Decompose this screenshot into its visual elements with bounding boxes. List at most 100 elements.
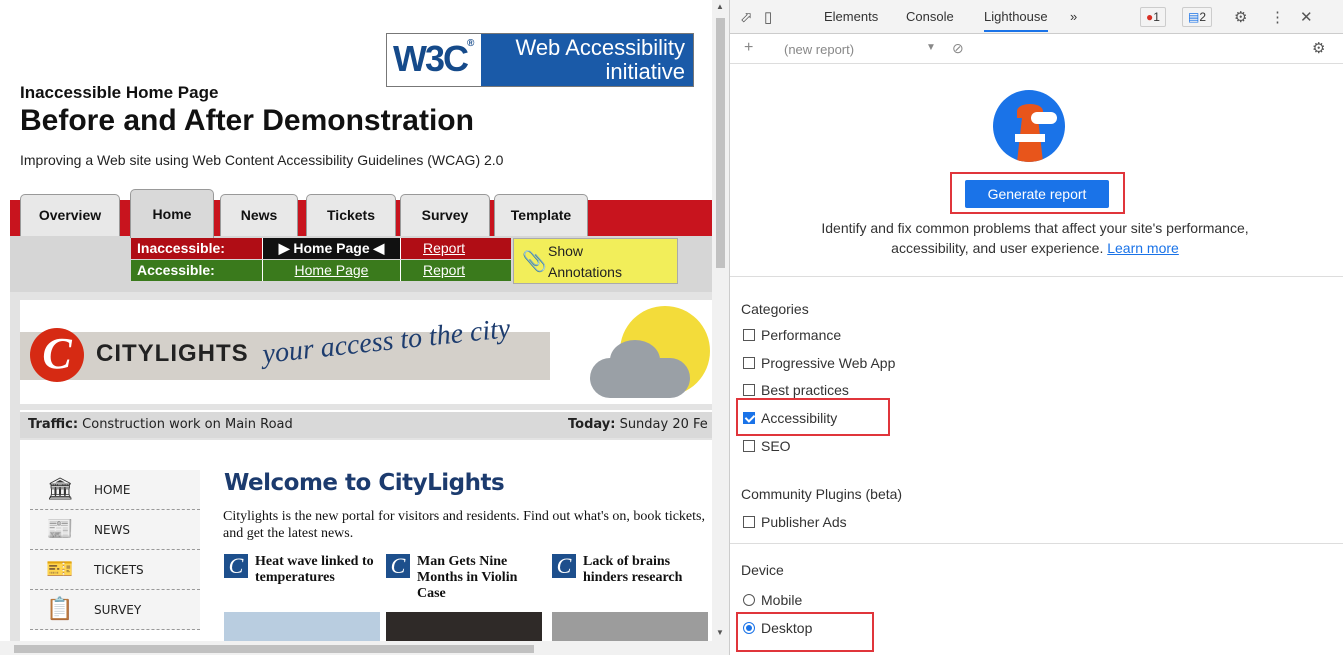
message-icon: ▤ bbox=[1188, 10, 1200, 24]
ticker-bar: Traffic: Construction work on Main Road … bbox=[20, 410, 712, 438]
nav-item-survey[interactable]: 📋 SURVEY bbox=[30, 590, 200, 630]
tab-tickets[interactable]: Tickets bbox=[306, 194, 396, 236]
news-story[interactable]: C Lack of brains hinders research bbox=[552, 554, 712, 641]
inaccessible-home-link[interactable]: ▶ Home Page ◀ bbox=[262, 238, 401, 259]
checkbox[interactable] bbox=[743, 516, 755, 528]
horizontal-scrollbar[interactable] bbox=[0, 641, 729, 655]
category-performance[interactable]: Performance bbox=[743, 327, 841, 343]
tab-survey[interactable]: Survey bbox=[400, 194, 490, 236]
w3c-wai-logo[interactable]: W3C® Web Accessibility initiative bbox=[386, 33, 694, 87]
story-image bbox=[224, 612, 380, 641]
inaccessible-label: Inaccessible: bbox=[137, 240, 225, 256]
story-image bbox=[552, 612, 708, 641]
highlight-accessibility bbox=[736, 398, 890, 436]
tab-lighthouse[interactable]: Lighthouse bbox=[984, 9, 1048, 32]
ticket-icon: 🎫 bbox=[46, 556, 74, 581]
w3c-logo-text: W3C® bbox=[393, 38, 475, 79]
errors-badge[interactable]: ●1 bbox=[1140, 7, 1166, 27]
web-page: W3C® Web Accessibility initiative Inacce… bbox=[0, 0, 712, 641]
page-subtitle: Improving a Web site using Web Content A… bbox=[20, 152, 504, 168]
lighthouse-settings-icon[interactable]: ⚙ bbox=[1312, 39, 1325, 57]
clear-icon[interactable]: ⊘ bbox=[952, 40, 964, 57]
site-content: 🏛 HOME 📰 NEWS 🎫 TICKETS 📋 SURVEY Welcome… bbox=[20, 440, 712, 641]
inaccessible-report-link[interactable]: Report bbox=[401, 238, 511, 259]
wai-logo-text: Web Accessibility initiative bbox=[481, 34, 693, 86]
accessible-row: Accessible: Home Page Report bbox=[131, 260, 511, 281]
tab-elements[interactable]: Elements bbox=[824, 9, 878, 24]
site-nav: 🏛 HOME 📰 NEWS 🎫 TICKETS 📋 SURVEY bbox=[30, 470, 200, 630]
report-select[interactable]: (new report) bbox=[784, 42, 854, 57]
add-report-icon[interactable]: + bbox=[744, 39, 753, 57]
today-label: Today: bbox=[568, 417, 616, 432]
news-story[interactable]: C Heat wave linked to temperatures bbox=[224, 554, 384, 641]
checkbox[interactable] bbox=[743, 329, 755, 341]
brand-name: CITYLIGHTS bbox=[96, 340, 249, 367]
story-c-icon: C bbox=[386, 554, 410, 578]
show-annotations-button[interactable]: 📎 Show Annotations bbox=[513, 238, 678, 284]
today-text: Sunday 20 Fe bbox=[615, 417, 708, 432]
checkbox[interactable] bbox=[743, 357, 755, 369]
close-icon[interactable]: ✕ bbox=[1300, 8, 1313, 26]
story-headline[interactable]: Lack of brains hinders research bbox=[583, 554, 703, 586]
checkbox[interactable] bbox=[743, 384, 755, 396]
device-mobile[interactable]: Mobile bbox=[743, 592, 802, 608]
radio[interactable] bbox=[743, 594, 755, 606]
nav-item-home[interactable]: 🏛 HOME bbox=[30, 470, 200, 510]
citylights-banner: C CITYLIGHTS your access to the city bbox=[20, 300, 712, 404]
vertical-scrollbar[interactable]: ▲ ▼ bbox=[712, 0, 729, 641]
checkbox[interactable] bbox=[743, 440, 755, 452]
story-image bbox=[386, 612, 542, 641]
highlight-desktop bbox=[736, 612, 874, 652]
intro-text: Citylights is the new portal for visitor… bbox=[223, 509, 705, 541]
generate-report-button[interactable]: Generate report bbox=[965, 180, 1109, 208]
news-story[interactable]: C Man Gets Nine Months in Violin Case bbox=[386, 554, 546, 641]
tab-console[interactable]: Console bbox=[906, 9, 954, 24]
inspect-icon[interactable]: ⬀ bbox=[740, 8, 753, 26]
plugins-title: Community Plugins (beta) bbox=[741, 486, 903, 502]
device-toggle-icon[interactable]: ▯ bbox=[764, 8, 772, 26]
kebab-menu-icon[interactable]: ⋮ bbox=[1270, 8, 1285, 26]
tab-news[interactable]: News bbox=[220, 194, 298, 236]
scrollbar-thumb[interactable] bbox=[716, 18, 725, 268]
category-seo[interactable]: SEO bbox=[743, 438, 791, 454]
category-pwa[interactable]: Progressive Web App bbox=[743, 355, 895, 371]
scroll-down-icon[interactable]: ▼ bbox=[716, 628, 724, 637]
nav-item-tickets[interactable]: 🎫 TICKETS bbox=[30, 550, 200, 590]
story-c-icon: C bbox=[552, 554, 576, 578]
traffic-label: Traffic: bbox=[28, 417, 79, 432]
tab-template[interactable]: Template bbox=[494, 194, 588, 236]
accessible-home-link[interactable]: Home Page bbox=[262, 260, 401, 281]
accessible-report-link[interactable]: Report bbox=[401, 260, 511, 281]
welcome-heading: Welcome to CityLights bbox=[224, 470, 505, 496]
traffic-text: Construction work on Main Road bbox=[78, 417, 293, 432]
paperclip-icon: 📎 bbox=[522, 251, 547, 273]
nav-item-news[interactable]: 📰 NEWS bbox=[30, 510, 200, 550]
learn-more-link[interactable]: Learn more bbox=[1107, 240, 1179, 256]
messages-badge[interactable]: ▤2 bbox=[1182, 7, 1213, 27]
screen: W3C® Web Accessibility initiative Inacce… bbox=[0, 0, 1343, 655]
more-tabs-icon[interactable]: » bbox=[1070, 9, 1077, 24]
inaccessible-row: Inaccessible: ▶ Home Page ◀ Report bbox=[131, 238, 511, 259]
devtools-panel: ⬀ ▯ Elements Console Lighthouse » ●1 ▤2 … bbox=[729, 0, 1343, 655]
page-title: Before and After Demonstration bbox=[20, 104, 474, 137]
building-icon: 🏛 bbox=[46, 476, 74, 501]
story-headline[interactable]: Man Gets Nine Months in Violin Case bbox=[417, 554, 541, 602]
lighthouse-description: Identify and fix common problems that af… bbox=[821, 220, 1249, 256]
story-headline[interactable]: Heat wave linked to temperatures bbox=[255, 554, 375, 586]
tab-home[interactable]: Home bbox=[130, 189, 214, 238]
lighthouse-toolbar: + (new report) ▼ ⊘ ⚙ bbox=[730, 34, 1343, 64]
newspaper-icon: 📰 bbox=[46, 516, 74, 541]
gear-icon[interactable]: ⚙ bbox=[1234, 8, 1247, 26]
scrollbar-thumb[interactable] bbox=[14, 645, 534, 653]
tab-overview[interactable]: Overview bbox=[20, 194, 120, 236]
categories-title: Categories bbox=[741, 301, 809, 317]
page-kicker: Inaccessible Home Page bbox=[20, 83, 219, 102]
citylights-logo-icon: C bbox=[30, 328, 84, 382]
version-switcher: Inaccessible: ▶ Home Page ◀ Report Acces… bbox=[131, 238, 511, 284]
plugin-publisher-ads[interactable]: Publisher Ads bbox=[743, 514, 847, 530]
accessible-label: Accessible: bbox=[137, 262, 215, 278]
category-best-practices[interactable]: Best practices bbox=[743, 382, 849, 398]
chevron-down-icon[interactable]: ▼ bbox=[926, 42, 936, 53]
scroll-up-icon[interactable]: ▲ bbox=[716, 2, 724, 11]
story-c-icon: C bbox=[224, 554, 248, 578]
